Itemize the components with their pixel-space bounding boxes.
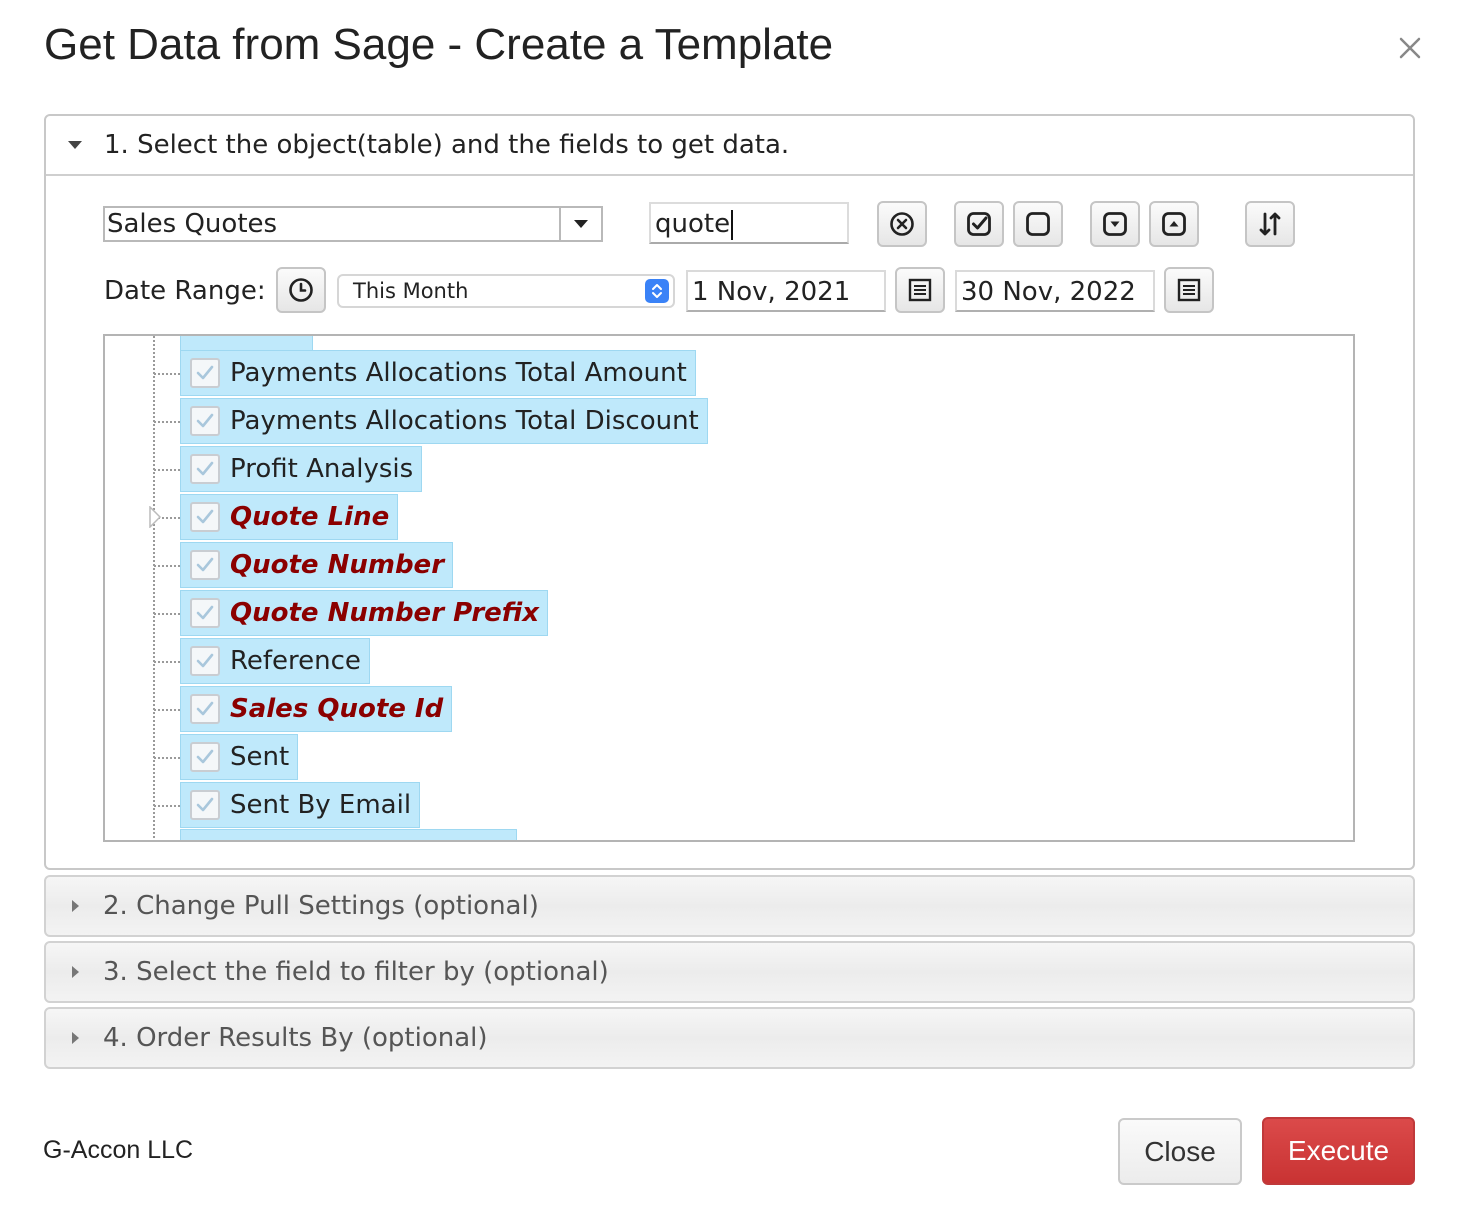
field-label: Sent By Email — [230, 790, 412, 820]
field-label: Quote Number — [230, 550, 445, 580]
field-checkbox[interactable] — [190, 550, 220, 580]
section-1-label: 1. Select the object(table) and the fiel… — [104, 130, 790, 160]
calendar-icon — [908, 278, 932, 302]
field-checkbox[interactable] — [190, 598, 220, 628]
tree-connector — [154, 805, 180, 807]
field-label: Payments Allocations Total Amount — [230, 358, 687, 388]
execute-button[interactable]: Execute — [1262, 1117, 1415, 1185]
section-1-header[interactable]: 1. Select the object(table) and the fiel… — [46, 116, 1413, 176]
field-checkbox[interactable] — [190, 694, 220, 724]
expand-arrow-icon — [72, 900, 79, 912]
field-label: Quote Number Prefix — [230, 598, 540, 628]
select-stepper-icon — [645, 279, 669, 303]
field-checkbox[interactable] — [190, 502, 220, 532]
check-all-icon — [967, 212, 991, 236]
tree-expand-icon[interactable] — [149, 505, 162, 529]
date-range-label: Date Range: — [104, 276, 266, 306]
fields-tree[interactable]: Payments Allocations Total Amount Payment… — [103, 334, 1355, 842]
close-icon[interactable] — [1390, 28, 1430, 68]
tree-connector — [154, 709, 180, 711]
expand-arrow-icon — [72, 1032, 79, 1044]
field-label: Reference — [230, 646, 361, 676]
field-checkbox[interactable] — [190, 358, 220, 388]
tree-item[interactable]: Reference — [154, 638, 370, 684]
tree-item-partial-bottom — [180, 829, 517, 840]
field-checkbox[interactable] — [190, 406, 220, 436]
field-label: Sent — [230, 742, 290, 772]
field-checkbox[interactable] — [190, 742, 220, 772]
tree-connector — [154, 661, 180, 663]
company-name: G-Accon LLC — [43, 1136, 194, 1164]
clear-search-icon — [890, 212, 914, 236]
field-checkbox[interactable] — [190, 454, 220, 484]
section-2-header[interactable]: 2. Change Pull Settings (optional) — [44, 875, 1415, 937]
dropdown-arrow-icon[interactable] — [559, 208, 601, 240]
expand-all-icon — [1103, 212, 1127, 236]
uncheck-all-icon — [1026, 212, 1050, 236]
expand-all-button[interactable] — [1090, 201, 1140, 247]
tree-item[interactable]: Sent — [154, 734, 299, 780]
tree-item[interactable]: Sales Quote Id — [154, 686, 453, 732]
object-select[interactable]: Sales Quotes — [103, 206, 603, 242]
tree-item[interactable]: Quote Number Prefix — [154, 590, 549, 636]
object-select-value: Sales Quotes — [107, 209, 278, 239]
date-to-input[interactable]: 30 Nov, 2022 — [955, 270, 1155, 312]
field-checkbox[interactable] — [190, 790, 220, 820]
tree-connector — [154, 373, 180, 375]
date-range-preset-select[interactable]: This Month — [337, 274, 675, 308]
dialog-title: Get Data from Sage - Create a Template — [44, 20, 834, 69]
check-all-button[interactable] — [954, 201, 1004, 247]
clock-icon — [289, 278, 313, 302]
tree-connector — [154, 565, 180, 567]
text-caret — [731, 209, 734, 240]
tree-item[interactable]: Profit Analysis — [154, 446, 423, 492]
field-label: Payments Allocations Total Discount — [230, 406, 699, 436]
tree-item[interactable]: Payments Allocations Total Discount — [154, 398, 708, 444]
field-label: Profit Analysis — [230, 454, 414, 484]
sort-button[interactable] — [1245, 201, 1295, 247]
field-checkbox[interactable] — [190, 646, 220, 676]
tree-connector — [154, 421, 180, 423]
date-range-clock-button[interactable] — [276, 267, 326, 313]
tree-item[interactable]: Sent By Email — [154, 782, 421, 828]
section-2-label: 2. Change Pull Settings (optional) — [103, 891, 539, 921]
expand-arrow-icon — [72, 966, 79, 978]
section-3-label: 3. Select the field to filter by (option… — [103, 957, 609, 987]
field-label: Quote Line — [230, 502, 390, 532]
tree-connector — [154, 469, 180, 471]
search-input-value: quote — [655, 209, 731, 239]
field-search-input[interactable]: quote — [649, 202, 849, 244]
date-from-input[interactable]: 1 Nov, 2021 — [686, 270, 886, 312]
tree-item[interactable]: Quote Number — [154, 542, 454, 588]
collapse-all-button[interactable] — [1149, 201, 1199, 247]
section-3-header[interactable]: 3. Select the field to filter by (option… — [44, 941, 1415, 1003]
tree-connector — [154, 757, 180, 759]
section-4-label: 4. Order Results By (optional) — [103, 1023, 488, 1053]
date-to-calendar-button[interactable] — [1164, 267, 1214, 313]
uncheck-all-button[interactable] — [1013, 201, 1063, 247]
tree-item[interactable]: Payments Allocations Total Amount — [154, 350, 696, 396]
tree-connector-line — [153, 336, 155, 840]
tree-connector — [154, 613, 180, 615]
collapse-arrow-icon — [68, 141, 82, 149]
clear-search-button[interactable] — [877, 201, 927, 247]
date-range-preset-value: This Month — [353, 279, 469, 303]
calendar-icon — [1177, 278, 1201, 302]
collapse-all-icon — [1162, 212, 1186, 236]
sort-icon — [1259, 212, 1281, 236]
date-from-calendar-button[interactable] — [895, 267, 945, 313]
close-button[interactable]: Close — [1118, 1118, 1242, 1185]
tree-item[interactable]: Quote Line — [154, 494, 399, 540]
field-label: Sales Quote Id — [230, 694, 444, 724]
section-4-header[interactable]: 4. Order Results By (optional) — [44, 1007, 1415, 1069]
